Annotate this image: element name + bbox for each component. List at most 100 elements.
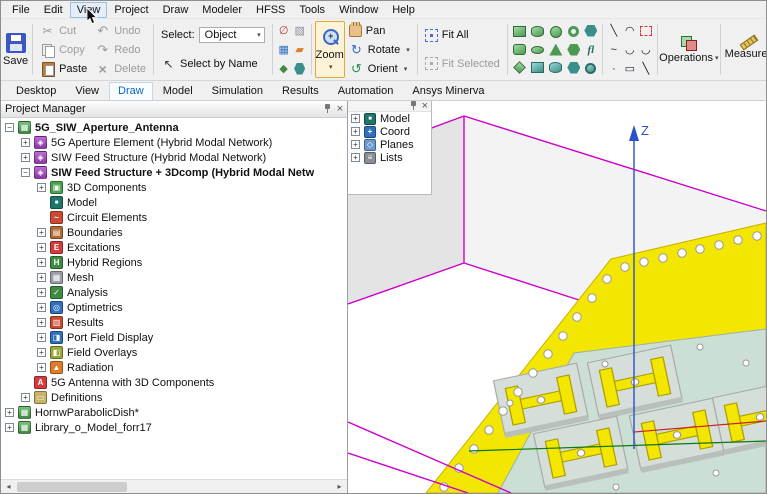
menu-item[interactable]: Draw — [156, 2, 196, 18]
close-icon[interactable] — [422, 101, 428, 112]
ribbon-tab[interactable]: View — [66, 83, 108, 99]
select-mode-dropdown[interactable]: Object ▾ — [199, 27, 265, 43]
ribbon-tab[interactable]: Draw — [109, 82, 153, 100]
tree-expander[interactable]: + — [37, 273, 46, 282]
toolbar-extra-icon[interactable] — [292, 61, 308, 77]
tree-expander[interactable]: + — [37, 258, 46, 267]
tree-item[interactable]: Model — [1, 195, 347, 210]
tree-expander[interactable]: + — [37, 348, 46, 357]
menu-item[interactable]: View — [70, 2, 108, 18]
scrollbar-thumb[interactable] — [17, 482, 127, 492]
pin-icon[interactable] — [323, 104, 332, 114]
tree-expander[interactable]: + — [351, 140, 360, 149]
draw-cylinder-icon[interactable] — [531, 26, 544, 37]
tree-expander[interactable]: + — [351, 114, 360, 123]
draw-hexagon-icon[interactable] — [583, 23, 599, 39]
modeler-viewport[interactable]: Z + Model — [348, 101, 766, 493]
tree-expander[interactable]: + — [37, 363, 46, 372]
toolbar-extra-icon[interactable]: ▰ — [292, 42, 308, 58]
tree-expander[interactable]: + — [37, 228, 46, 237]
draw-ellipsoid-icon[interactable] — [531, 46, 544, 54]
save-button[interactable]: Save — [2, 21, 29, 78]
tree-item[interactable]: + Excitations — [1, 240, 347, 255]
modeler-tree-item[interactable]: + Planes — [348, 138, 431, 151]
toolbar-extra-icon[interactable]: ◆ — [276, 61, 292, 77]
tree-item[interactable]: + Port Field Display — [1, 330, 347, 345]
draw-cone-icon[interactable] — [549, 44, 562, 56]
menu-item[interactable]: Tools — [292, 2, 332, 18]
tree-item[interactable]: + 5G Aperture Element (Hybrid Modal Netw… — [1, 135, 347, 150]
tree-item[interactable]: + Definitions — [1, 390, 347, 405]
tree-item[interactable]: + Radiation — [1, 360, 347, 375]
draw-rectangle-icon[interactable] — [531, 62, 544, 73]
select-by-name-button[interactable]: Select by Name — [157, 55, 269, 73]
menu-item[interactable]: Window — [332, 2, 385, 18]
tree-expander[interactable]: + — [21, 393, 30, 402]
pan-button[interactable]: Pan — [345, 22, 414, 40]
modeler-tree-item[interactable]: + Coord — [348, 125, 431, 138]
delete-button[interactable]: Delete — [91, 60, 150, 78]
fit-selected-button[interactable]: Fit Selected — [421, 55, 504, 73]
menu-item[interactable]: File — [5, 2, 37, 18]
draw-spline-icon[interactable]: ~ — [606, 42, 622, 58]
draw-sphere-icon[interactable] — [550, 26, 562, 38]
rotate-button[interactable]: Rotate ▾ — [345, 41, 414, 59]
toolbar-extra-icon[interactable]: ∅ — [276, 23, 292, 39]
tree-item[interactable]: 5G Antenna with 3D Components — [1, 375, 347, 390]
close-icon[interactable] — [337, 103, 343, 115]
tree-expander[interactable]: − — [21, 168, 30, 177]
fit-all-button[interactable]: Fit All — [421, 26, 504, 44]
tree-item[interactable]: Circuit Elements — [1, 210, 347, 225]
tree-item[interactable]: + Boundaries — [1, 225, 347, 240]
draw-region-icon[interactable] — [638, 23, 654, 39]
cut-button[interactable]: Cut — [36, 22, 91, 40]
redo-button[interactable]: Redo — [91, 41, 150, 59]
draw-equation-curve-icon[interactable]: fl — [583, 42, 599, 58]
ribbon-tab[interactable]: Ansys Minerva — [403, 83, 493, 99]
undo-button[interactable]: Undo — [91, 22, 150, 40]
operations-button[interactable]: Operations ▾ — [661, 21, 717, 78]
tree-expander[interactable]: + — [37, 288, 46, 297]
draw-3pt-arc-icon[interactable]: ◡ — [622, 42, 638, 58]
draw-box-icon[interactable] — [513, 26, 526, 37]
tree-item[interactable]: + Mesh — [1, 270, 347, 285]
scroll-right-button[interactable]: ▸ — [332, 480, 347, 493]
tree-item[interactable]: + Analysis — [1, 285, 347, 300]
ribbon-tab[interactable]: Simulation — [203, 83, 272, 99]
draw-torus-icon[interactable] — [568, 26, 579, 37]
tree-expander[interactable]: + — [37, 183, 46, 192]
draw-circle-icon[interactable] — [549, 62, 562, 73]
draw-sweep-icon[interactable]: ◡ — [638, 42, 654, 58]
draw-regular-polygon-icon[interactable] — [567, 62, 580, 74]
tree-item[interactable]: − SIW Feed Structure + 3Dcomp (Hybrid Mo… — [1, 165, 347, 180]
ribbon-tab[interactable]: Automation — [329, 83, 403, 99]
tree-expander[interactable]: + — [5, 408, 14, 417]
draw-arc-icon[interactable]: ◠ — [622, 23, 638, 39]
draw-ring-icon[interactable] — [583, 61, 599, 77]
zoom-button[interactable]: Zoom ▾ — [315, 21, 345, 78]
tree-expander[interactable]: + — [37, 243, 46, 252]
tree-expander[interactable]: + — [351, 127, 360, 136]
paste-button[interactable]: Paste — [36, 60, 91, 78]
draw-point-icon[interactable]: · — [606, 61, 622, 77]
draw-polyline-icon[interactable]: ╲ — [638, 61, 654, 77]
tree-expander[interactable]: + — [351, 153, 360, 162]
scroll-left-button[interactable]: ◂ — [1, 480, 16, 493]
draw-plane-icon[interactable]: ▭ — [622, 61, 638, 77]
copy-button[interactable]: Copy — [36, 41, 91, 59]
menu-item[interactable]: Help — [385, 2, 422, 18]
tree-item[interactable]: + Hybrid Regions — [1, 255, 347, 270]
tree-item[interactable]: + SIW Feed Structure (Hybrid Modal Netwo… — [1, 150, 347, 165]
measure-button[interactable]: Measure ▾ — [724, 21, 767, 78]
tree-expander[interactable]: − — [5, 123, 14, 132]
draw-line-icon[interactable]: ╲ — [606, 23, 622, 39]
tree-expander[interactable]: + — [37, 303, 46, 312]
menu-item[interactable]: HFSS — [249, 2, 292, 18]
toolbar-extra-icon[interactable]: ▧ — [292, 23, 308, 39]
ribbon-tab[interactable]: Desktop — [7, 83, 65, 99]
tree-expander[interactable]: + — [37, 333, 46, 342]
tree-expander[interactable]: + — [21, 138, 30, 147]
modeler-tree-item[interactable]: + Lists — [348, 151, 431, 164]
tree-expander[interactable]: + — [21, 153, 30, 162]
tree-item[interactable]: − 5G_SIW_Aperture_Antenna — [1, 120, 347, 135]
